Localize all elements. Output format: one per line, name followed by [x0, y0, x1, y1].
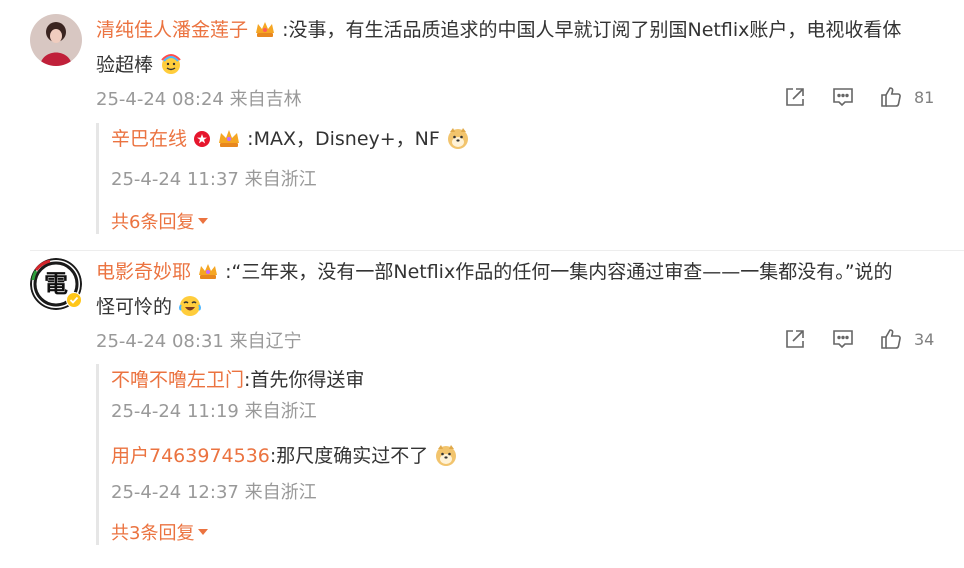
- comment-meta: 25-4-24 08:31 来自辽宁: [96, 331, 302, 352]
- comment-actions: 34: [780, 326, 934, 352]
- comment-item: 清纯佳人潘金莲子 :没事，有生活品质追求的中国人早就订阅了别国Netflix账户…: [0, 0, 964, 250]
- doge-emoji-icon: [446, 126, 470, 160]
- comment-username[interactable]: 电影奇妙耶: [96, 261, 191, 283]
- more-replies-row: 共3条回复: [111, 519, 956, 545]
- like-count: 81: [914, 87, 935, 107]
- comment-icon[interactable]: [828, 326, 858, 352]
- doge-emoji-icon: [434, 443, 458, 477]
- comment-icon[interactable]: [828, 84, 858, 110]
- reply-text: MAX，Disney+，NF: [253, 128, 440, 150]
- comment-meta: 25-4-24 08:24 来自吉林: [96, 89, 302, 110]
- share-icon[interactable]: [780, 84, 810, 110]
- comment-text-line2: 怪可怜的: [96, 296, 173, 318]
- reply-meta: 25-4-24 11:19 来自浙江: [111, 401, 317, 422]
- verified-badge-icon: [66, 292, 82, 312]
- comment-text: 没事，有生活品质追求的中国人早就订阅了别国Netflix账户，电视收看体: [288, 19, 902, 41]
- comment-item: 電 电影奇妙耶 :“三年来，没有一部Netflix作品的任何一集内容通过审查——…: [0, 250, 964, 568]
- red-star-badge-icon: [193, 126, 211, 158]
- more-replies-link[interactable]: 共6条回复: [111, 208, 209, 234]
- reply-item: 不噜不噜左卫门:首先你得送审: [111, 364, 956, 396]
- caret-down-icon: [198, 218, 209, 224]
- reply-text: 首先你得送审: [250, 369, 365, 391]
- crown-badge-icon: [197, 259, 219, 291]
- reply-list: 辛巴在线 :MAX，Disney+，NF 25-4-24 11:37 来自浙江 …: [96, 123, 956, 234]
- reply-username[interactable]: 辛巴在线: [111, 128, 187, 150]
- reply-item: 用户7463974536:那尺度确实过不了: [111, 440, 956, 477]
- avatar[interactable]: [30, 14, 82, 66]
- reply-meta: 25-4-24 12:37 来自浙江: [111, 482, 317, 503]
- share-icon[interactable]: [780, 326, 810, 352]
- comment-username[interactable]: 清纯佳人潘金莲子: [96, 19, 248, 41]
- more-replies-row: 共6条回复: [111, 208, 956, 234]
- comment-body: 电影奇妙耶 :“三年来，没有一部Netflix作品的任何一集内容通过审查——一集…: [96, 256, 936, 328]
- caret-down-icon: [198, 529, 209, 535]
- more-replies-label: 共6条回复: [111, 212, 195, 233]
- reply-text: 那尺度确实过不了: [276, 445, 429, 467]
- like-count: 34: [914, 329, 935, 349]
- comment-body: 清纯佳人潘金莲子 :没事，有生活品质追求的中国人早就订阅了别国Netflix账户…: [96, 14, 936, 86]
- reply-item: 辛巴在线 :MAX，Disney+，NF: [111, 123, 956, 160]
- reply-username[interactable]: 不噜不噜左卫门: [111, 369, 244, 391]
- crown-badge-icon: [254, 17, 276, 49]
- more-replies-label: 共3条回复: [111, 523, 195, 544]
- rainbow-face-emoji-icon: [159, 52, 183, 86]
- crown-badge-icon: [217, 126, 241, 158]
- comment-text: “三年来，没有一部Netflix作品的任何一集内容通过审查——一集都没有。”说的: [231, 261, 893, 283]
- comment-actions: 81: [780, 84, 934, 110]
- reply-meta: 25-4-24 11:37 来自浙江: [111, 169, 317, 190]
- thumbs-up-icon[interactable]: [876, 326, 906, 352]
- comment-text-line2: 验超棒: [96, 54, 154, 76]
- avatar-glyph: 電: [44, 270, 68, 298]
- reply-username[interactable]: 用户7463974536: [111, 445, 270, 467]
- more-replies-link[interactable]: 共3条回复: [111, 519, 209, 545]
- laugh-cry-emoji-icon: [178, 294, 202, 328]
- thumbs-up-icon[interactable]: [876, 84, 906, 110]
- reply-list: 不噜不噜左卫门:首先你得送审 25-4-24 11:19 来自浙江 用户7463…: [96, 364, 956, 545]
